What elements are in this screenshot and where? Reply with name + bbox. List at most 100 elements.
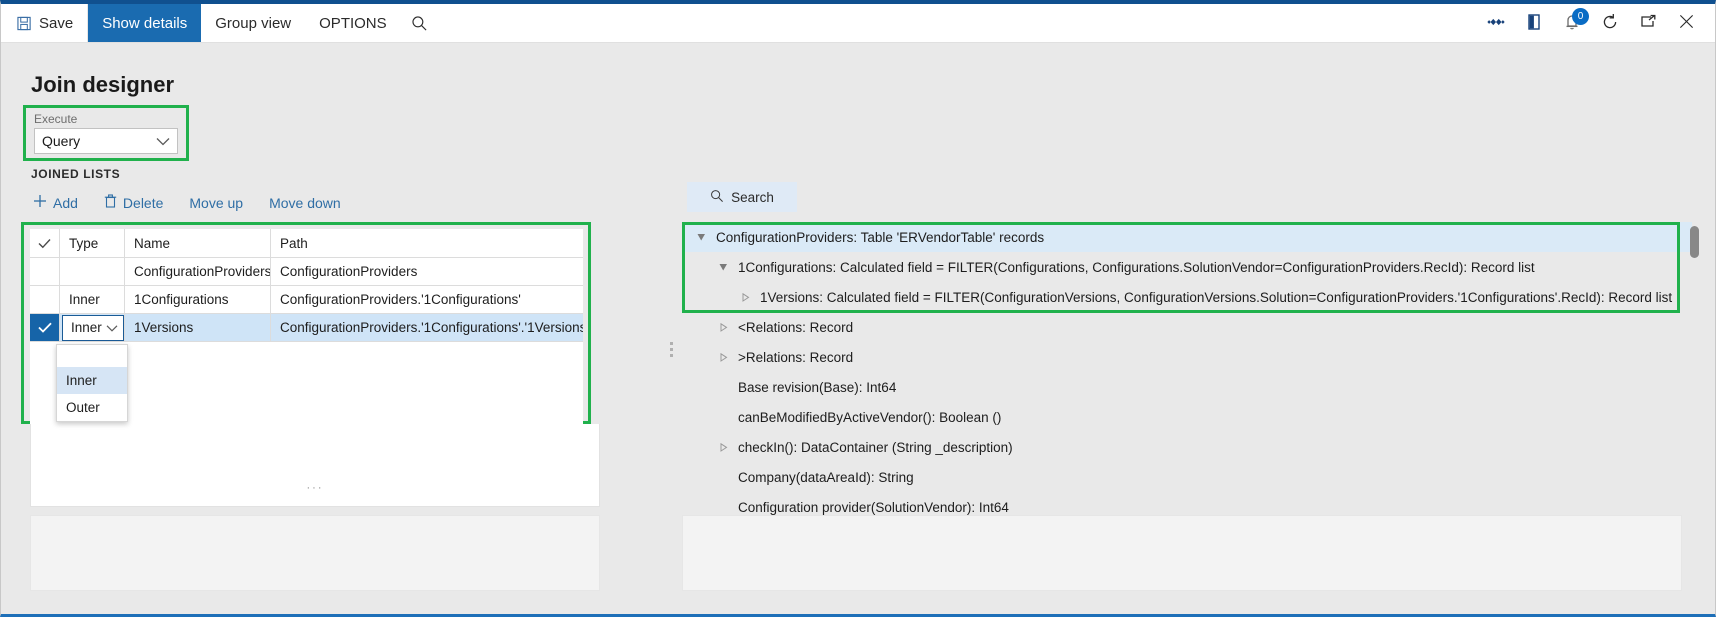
table-row-selected[interactable]: Inner 1Versions ConfigurationProviders.'… bbox=[30, 314, 583, 342]
command-bar-spacer bbox=[439, 4, 1477, 42]
tree-item-label: <Relations: Record bbox=[734, 320, 853, 335]
row-checkbox[interactable] bbox=[30, 258, 60, 285]
save-button[interactable]: Save bbox=[1, 4, 88, 42]
show-details-tab[interactable]: Show details bbox=[88, 4, 201, 42]
row-path[interactable]: ConfigurationProviders bbox=[271, 258, 583, 285]
tree-item-label: canBeModifiedByActiveVendor(): Boolean (… bbox=[734, 410, 1001, 425]
expander-collapsed-icon[interactable] bbox=[712, 443, 734, 452]
show-details-label: Show details bbox=[102, 15, 187, 32]
refresh-icon bbox=[1601, 13, 1619, 34]
command-bar: Save Show details Group view OPTIONS bbox=[1, 4, 1715, 43]
search-button[interactable]: Search bbox=[687, 182, 797, 212]
refresh-button[interactable] bbox=[1591, 4, 1629, 42]
trash-icon bbox=[104, 194, 117, 211]
splitter-dot bbox=[670, 342, 673, 345]
panel-splitter[interactable] bbox=[666, 184, 676, 514]
tree-item-label: >Relations: Record bbox=[734, 350, 853, 365]
group-view-label: Group view bbox=[215, 15, 291, 32]
move-down-button[interactable]: Move down bbox=[269, 195, 341, 211]
page-title: Join designer bbox=[31, 72, 174, 98]
row-checkbox-checked[interactable] bbox=[30, 314, 60, 341]
tree-item[interactable]: checkIn(): DataContainer (String _descri… bbox=[682, 432, 1692, 462]
execute-select[interactable]: Query bbox=[34, 128, 178, 154]
row-path[interactable]: ConfigurationProviders.'1Configurations' bbox=[271, 286, 583, 313]
search-button-label: Search bbox=[731, 190, 774, 205]
dropdown-option-outer[interactable]: Outer bbox=[57, 394, 127, 421]
options-label: OPTIONS bbox=[319, 15, 387, 32]
join-type-value: Inner bbox=[71, 320, 102, 335]
row-name[interactable]: ConfigurationProviders bbox=[125, 258, 271, 285]
tree-item[interactable]: Company(dataAreaId): String bbox=[682, 462, 1692, 492]
grid-header-name[interactable]: Name bbox=[125, 229, 271, 257]
splitter-dot bbox=[670, 354, 673, 357]
tree-item-label: checkIn(): DataContainer (String _descri… bbox=[734, 440, 1013, 455]
join-designer-window: Save Show details Group view OPTIONS bbox=[0, 0, 1716, 617]
search-button[interactable] bbox=[401, 4, 439, 42]
command-bar-left-group: Save Show details Group view OPTIONS bbox=[1, 4, 439, 42]
tree-item[interactable]: canBeModifiedByActiveVendor(): Boolean (… bbox=[682, 402, 1692, 432]
move-down-button-label: Move down bbox=[269, 195, 341, 211]
popout-button[interactable] bbox=[1629, 4, 1667, 42]
table-row[interactable]: Inner 1Configurations ConfigurationProvi… bbox=[30, 286, 583, 314]
tree-item[interactable]: >Relations: Record bbox=[682, 342, 1692, 372]
plus-icon bbox=[33, 194, 47, 211]
close-button[interactable] bbox=[1667, 4, 1705, 42]
dropdown-option-inner[interactable]: Inner bbox=[57, 367, 127, 394]
row-type[interactable]: Inner bbox=[60, 286, 125, 313]
save-icon bbox=[17, 16, 32, 31]
right-footer-panel bbox=[682, 515, 1682, 591]
notifications-button[interactable]: 0 bbox=[1553, 4, 1591, 42]
expander-collapsed-icon[interactable] bbox=[712, 323, 734, 332]
execute-field-label: Execute bbox=[34, 112, 178, 126]
popout-icon bbox=[1639, 14, 1657, 33]
join-type-select[interactable]: Inner bbox=[62, 315, 124, 341]
move-up-button[interactable]: Move up bbox=[189, 195, 243, 211]
tree-item[interactable]: <Relations: Record bbox=[682, 312, 1692, 342]
tree-item-label: Configuration provider(SolutionVendor): … bbox=[734, 500, 1009, 515]
joined-lists-heading: JOINED LISTS bbox=[31, 167, 120, 181]
row-name[interactable]: 1Versions bbox=[125, 314, 271, 341]
tree-item[interactable]: Base revision(Base): Int64 bbox=[682, 372, 1692, 402]
tree-highlight-box bbox=[682, 222, 1680, 313]
row-checkbox[interactable] bbox=[30, 286, 60, 313]
row-type[interactable] bbox=[60, 258, 125, 285]
group-view-tab[interactable]: Group view bbox=[201, 4, 305, 42]
grid-header-row: Type Name Path bbox=[30, 229, 583, 258]
tree-item-label: Base revision(Base): Int64 bbox=[734, 380, 896, 395]
row-type-editor[interactable]: Inner bbox=[60, 314, 125, 341]
office-app-button[interactable] bbox=[1515, 4, 1553, 42]
grid-header-type[interactable]: Type bbox=[60, 229, 125, 257]
search-icon bbox=[411, 15, 428, 32]
tree-item-label: Company(dataAreaId): String bbox=[734, 470, 914, 485]
diamond-settings-icon bbox=[1486, 15, 1506, 32]
diamond-settings-button[interactable] bbox=[1477, 4, 1515, 42]
joined-lists-lower-panel: ··· bbox=[30, 424, 600, 507]
left-footer-panel bbox=[30, 515, 600, 591]
delete-button-label: Delete bbox=[123, 195, 163, 211]
execute-select-value: Query bbox=[42, 133, 80, 149]
search-icon bbox=[710, 189, 724, 206]
table-row[interactable]: ConfigurationProviders ConfigurationProv… bbox=[30, 258, 583, 286]
chevron-down-icon bbox=[156, 133, 170, 149]
splitter-dot bbox=[670, 348, 673, 351]
tree-scrollbar-thumb[interactable] bbox=[1690, 226, 1699, 258]
add-button-label: Add bbox=[53, 195, 78, 211]
notification-badge: 0 bbox=[1572, 8, 1589, 25]
dropdown-option-blank[interactable] bbox=[57, 345, 127, 367]
expander-collapsed-icon[interactable] bbox=[712, 353, 734, 362]
save-button-label: Save bbox=[39, 15, 73, 32]
command-bar-right-group: 0 bbox=[1477, 4, 1715, 42]
move-up-button-label: Move up bbox=[189, 195, 243, 211]
row-path[interactable]: ConfigurationProviders.'1Configurations'… bbox=[271, 314, 583, 341]
options-tab[interactable]: OPTIONS bbox=[305, 4, 401, 42]
grid-header-check[interactable] bbox=[30, 229, 60, 257]
add-button[interactable]: Add bbox=[33, 194, 78, 211]
close-icon bbox=[1678, 13, 1695, 33]
chevron-down-icon bbox=[106, 320, 118, 335]
join-type-dropdown[interactable]: Inner Outer bbox=[56, 344, 128, 422]
grid-overflow-indicator[interactable]: ··· bbox=[31, 482, 599, 494]
joined-lists-toolbar: Add Delete Move up Move down bbox=[33, 194, 341, 211]
row-name[interactable]: 1Configurations bbox=[125, 286, 271, 313]
grid-header-path[interactable]: Path bbox=[271, 229, 583, 257]
delete-button[interactable]: Delete bbox=[104, 194, 163, 211]
